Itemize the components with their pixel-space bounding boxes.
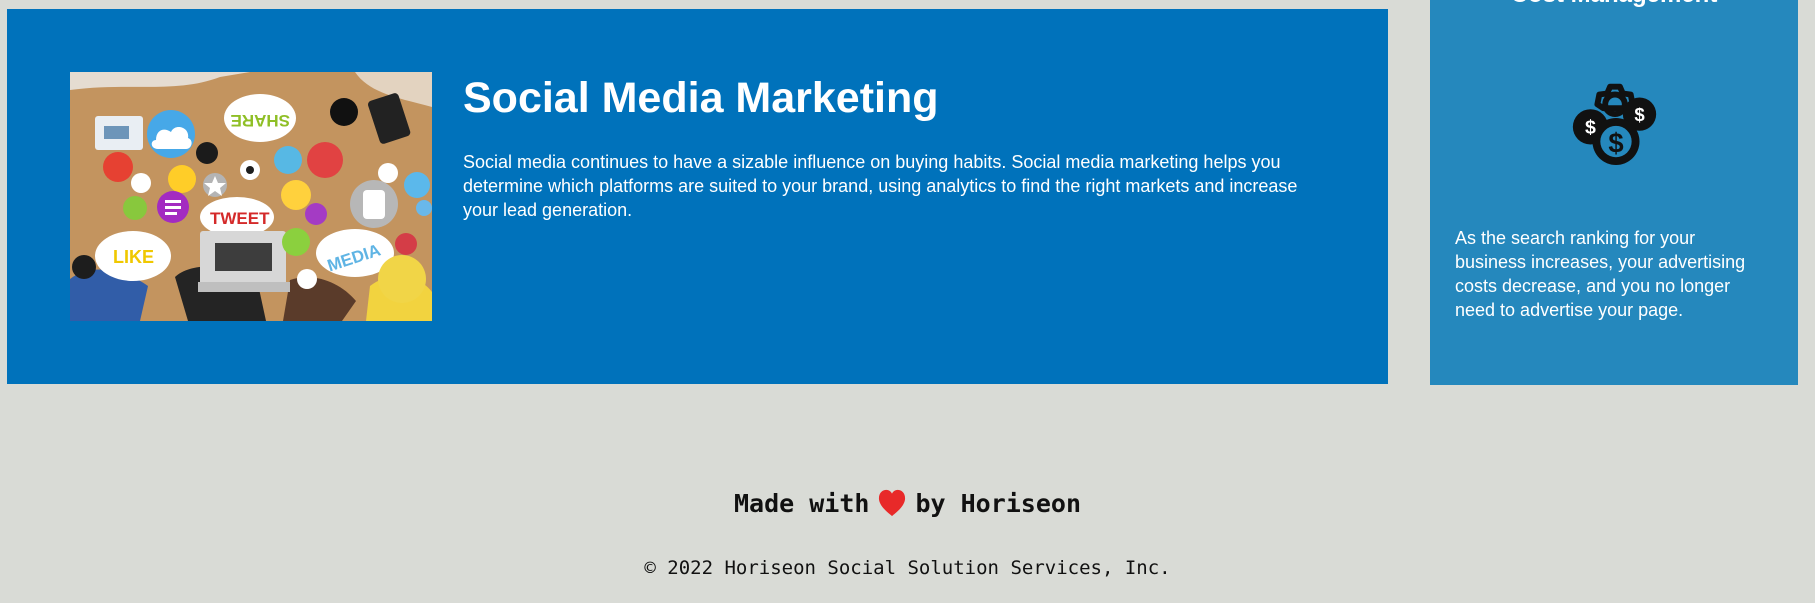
footer: Made with by Horiseon © 2022 Horiseon Soc… xyxy=(0,484,1815,603)
horiseon-credit-text: by Horiseon xyxy=(915,489,1082,518)
made-with-line: Made with by Horiseon xyxy=(0,488,1815,520)
image-cloud-icon xyxy=(147,110,195,158)
image-share-cloud: SHARE xyxy=(224,94,296,142)
image-like-bubble: LIKE xyxy=(95,231,171,281)
cost-management-icon: $ $ $ xyxy=(1572,83,1657,166)
image-share-label: SHARE xyxy=(230,111,290,130)
svg-text:$: $ xyxy=(1608,127,1623,158)
page: SHARE TWEET LIKE MEDIA Social Media Mark… xyxy=(0,0,1815,603)
heart-icon xyxy=(879,489,906,517)
social-media-marketing-title: Social Media Marketing xyxy=(463,74,939,122)
image-like-label: LIKE xyxy=(113,247,154,267)
image-laptop xyxy=(198,231,290,292)
social-media-marketing-description: Social media continues to have a sizable… xyxy=(463,152,1298,220)
image-tweet-label: TWEET xyxy=(210,209,270,228)
cost-management-card: Cost Management $ $ $ As the search rank… xyxy=(1430,0,1798,385)
made-with-text: Made with xyxy=(733,489,870,518)
copyright-text: © 2022 Horiseon Social Solution Services… xyxy=(644,557,1171,579)
social-media-illustration: SHARE TWEET LIKE MEDIA xyxy=(70,72,432,321)
social-media-marketing-image: SHARE TWEET LIKE MEDIA xyxy=(70,72,432,321)
cost-management-description: As the search ranking for your business … xyxy=(1455,228,1746,320)
svg-text:$: $ xyxy=(1585,117,1596,139)
cost-management-title: Cost Management xyxy=(1430,0,1798,10)
social-media-marketing-section: SHARE TWEET LIKE MEDIA Social Media Mark… xyxy=(7,9,1388,384)
svg-text:$: $ xyxy=(1634,104,1645,125)
